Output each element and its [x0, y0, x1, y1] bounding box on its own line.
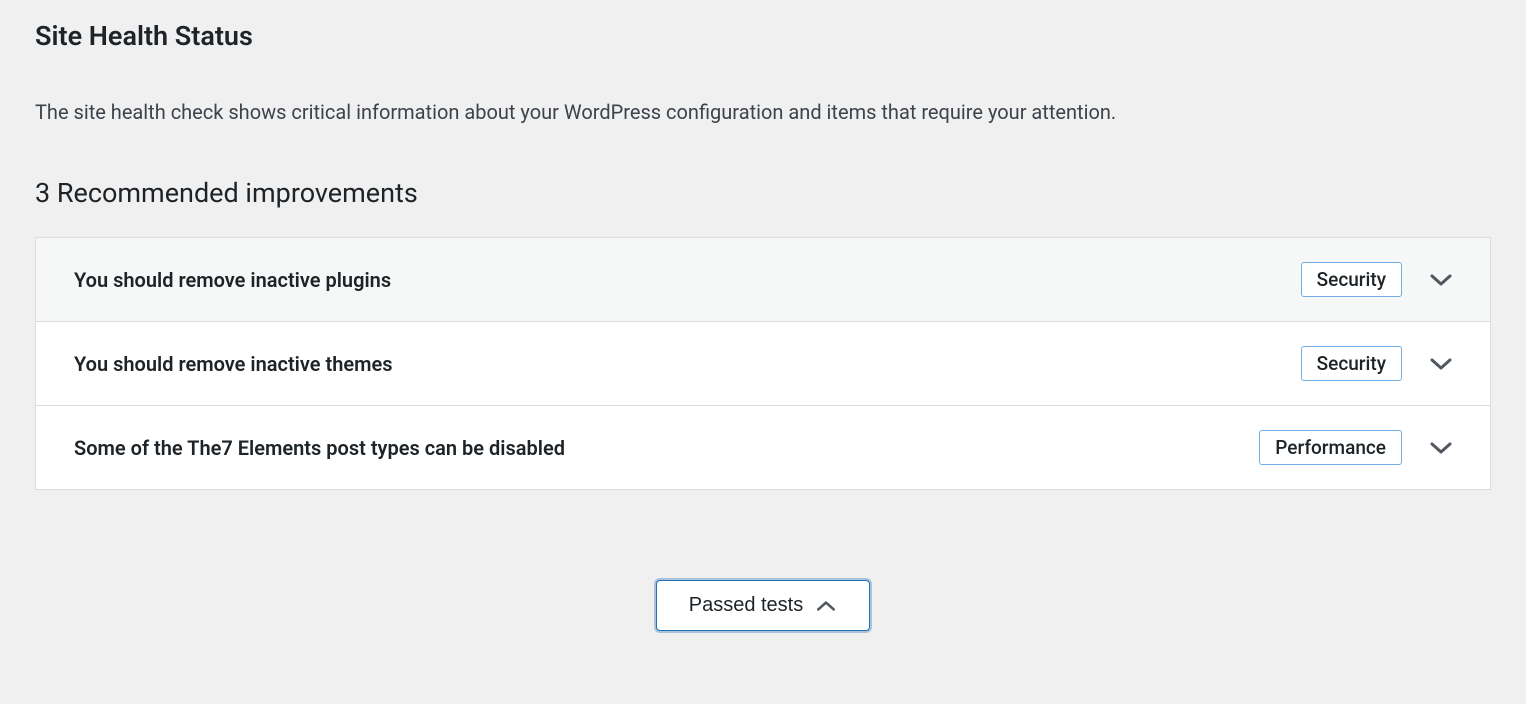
accordion-item-right: Security: [1301, 346, 1452, 381]
accordion-item-right: Performance: [1259, 430, 1452, 465]
chevron-down-icon: [1430, 437, 1452, 459]
passed-tests-section: Passed tests: [35, 580, 1491, 631]
category-badge: Security: [1301, 346, 1402, 381]
page-description: The site health check shows critical inf…: [35, 97, 1491, 127]
category-badge: Security: [1301, 262, 1402, 297]
accordion-item-title: You should remove inactive themes: [74, 352, 393, 376]
accordion-item: Some of the The7 Elements post types can…: [36, 406, 1490, 489]
passed-tests-button[interactable]: Passed tests: [656, 580, 871, 631]
chevron-up-icon: [815, 595, 837, 617]
category-badge: Performance: [1259, 430, 1402, 465]
accordion-toggle-inactive-plugins[interactable]: You should remove inactive plugins Secur…: [36, 238, 1490, 321]
passed-tests-label: Passed tests: [689, 594, 804, 617]
accordion-item: You should remove inactive themes Securi…: [36, 322, 1490, 406]
accordion-toggle-inactive-themes[interactable]: You should remove inactive themes Securi…: [36, 322, 1490, 405]
page-title: Site Health Status: [35, 20, 1491, 52]
recommended-improvements-list: You should remove inactive plugins Secur…: [35, 237, 1491, 490]
chevron-down-icon: [1430, 269, 1452, 291]
accordion-item-title: You should remove inactive plugins: [74, 268, 391, 292]
accordion-item-right: Security: [1301, 262, 1452, 297]
recommended-improvements-heading: 3 Recommended improvements: [35, 177, 1491, 209]
accordion-item: You should remove inactive plugins Secur…: [36, 238, 1490, 322]
accordion-item-title: Some of the The7 Elements post types can…: [74, 436, 565, 460]
chevron-down-icon: [1430, 353, 1452, 375]
accordion-toggle-the7-post-types[interactable]: Some of the The7 Elements post types can…: [36, 406, 1490, 489]
